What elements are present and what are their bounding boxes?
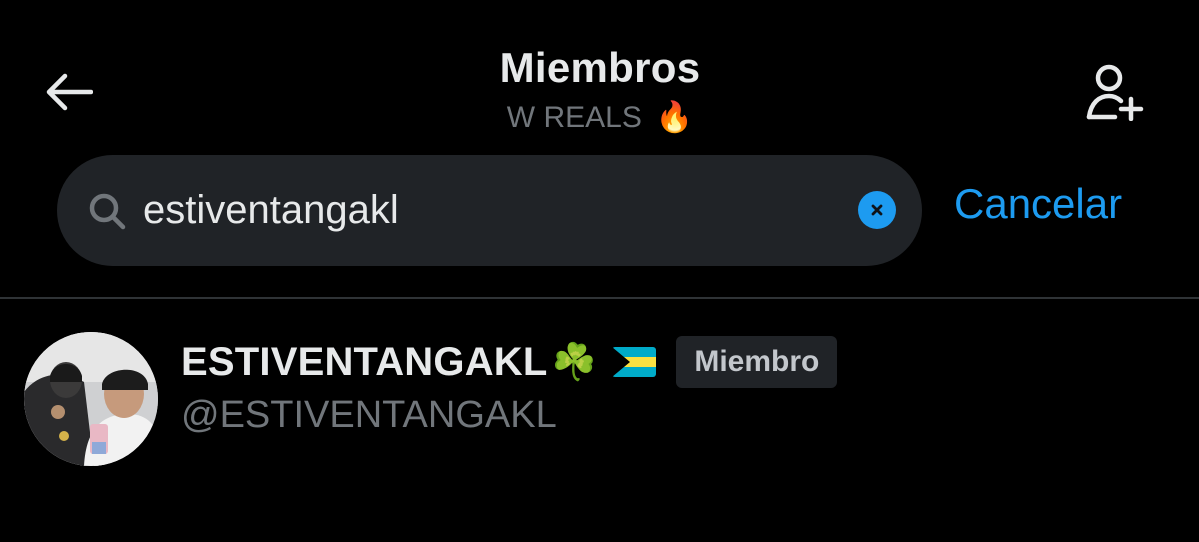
- avatar[interactable]: [24, 332, 158, 466]
- cancel-button[interactable]: Cancelar: [954, 178, 1122, 230]
- clear-search-button[interactable]: [858, 191, 896, 229]
- clear-icon: [871, 204, 883, 216]
- shamrock-emoji-icon: ☘️: [551, 341, 597, 382]
- members-screen: Miembros W REALS 🔥 estiventangakl Cancel…: [0, 0, 1199, 542]
- search-icon: [87, 191, 127, 231]
- member-list-item[interactable]: ESTIVENTANGAKL ☘️ Miembro @ESTIVENTANGAK…: [0, 300, 1199, 500]
- divider: [0, 297, 1199, 299]
- person-add-icon: [1086, 64, 1144, 121]
- search-input[interactable]: estiventangakl: [143, 188, 922, 233]
- page-title: Miembros: [499, 44, 701, 91]
- arrow-left-icon: [46, 73, 93, 111]
- fire-emoji-icon: 🔥: [655, 101, 694, 134]
- add-member-button[interactable]: [1080, 58, 1150, 124]
- member-handle: @ESTIVENTANGAKL: [181, 394, 557, 436]
- community-name-text: W REALS: [506, 101, 642, 134]
- bahamas-flag-icon: [612, 347, 657, 377]
- member-display-name: ESTIVENTANGAKL: [181, 339, 548, 384]
- community-name: W REALS 🔥: [400, 98, 800, 138]
- search-field[interactable]: estiventangakl: [57, 155, 922, 266]
- role-badge: Miembro: [676, 336, 838, 388]
- back-button[interactable]: [38, 64, 98, 120]
- member-name-line: ESTIVENTANGAKL ☘️ Miembro: [181, 336, 838, 388]
- header-title-block: Miembros W REALS 🔥: [400, 40, 800, 138]
